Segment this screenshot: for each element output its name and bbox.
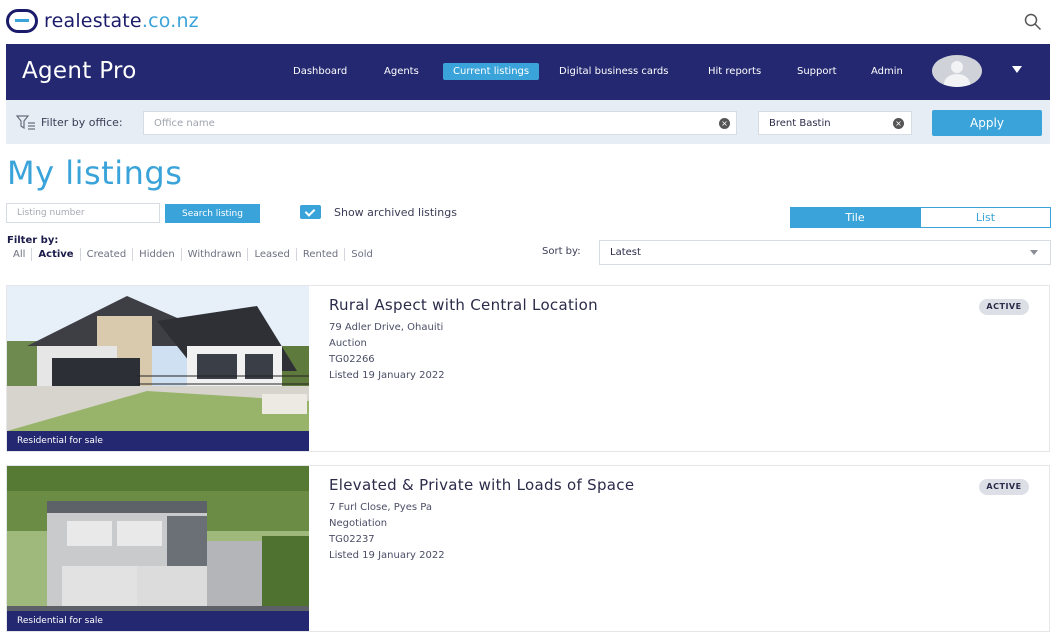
listing-method: Negotiation bbox=[329, 518, 388, 529]
status-tab-created[interactable]: Created bbox=[81, 248, 134, 261]
sort-select-value: Latest bbox=[610, 247, 641, 258]
user-avatar[interactable] bbox=[932, 55, 982, 87]
agent-name-input[interactable] bbox=[758, 111, 912, 135]
chevron-down-icon bbox=[1030, 250, 1038, 255]
listing-title[interactable]: Rural Aspect with Central Location bbox=[329, 296, 598, 314]
nav-current-listings[interactable]: Current listings bbox=[443, 63, 540, 80]
main-nav: Agent Pro Dashboard Agents Current listi… bbox=[6, 44, 1050, 100]
page-title: My listings bbox=[7, 154, 183, 192]
clear-office-icon[interactable]: × bbox=[719, 118, 730, 129]
app-brand: Agent Pro bbox=[22, 58, 137, 84]
tile-view-toggle[interactable]: Tile bbox=[790, 207, 920, 228]
status-filter-tabs: All Active Created Hidden Withdrawn Leas… bbox=[7, 248, 379, 261]
list-view-toggle[interactable]: List bbox=[920, 207, 1051, 228]
realestate-logo[interactable]: realestate.co.nz bbox=[6, 9, 199, 33]
show-archived-label: Show archived listings bbox=[334, 206, 457, 219]
listing-category: Residential for sale bbox=[7, 611, 309, 631]
logo-text: realestate bbox=[44, 10, 142, 32]
nav-agents[interactable]: Agents bbox=[374, 63, 429, 80]
search-icon[interactable] bbox=[1024, 13, 1042, 31]
show-archived-checkbox[interactable] bbox=[300, 205, 321, 219]
filter-icon bbox=[16, 115, 35, 130]
filter-by-office-label: Filter by office: bbox=[41, 116, 123, 129]
listing-address: 79 Adler Drive, Ohauiti bbox=[329, 322, 444, 333]
search-listing-button[interactable]: Search listing bbox=[165, 204, 260, 223]
sort-by-label: Sort by: bbox=[542, 246, 581, 257]
listing-date: Listed 19 January 2022 bbox=[329, 370, 445, 381]
listing-card[interactable]: Residential for sale Elevated & Private … bbox=[6, 465, 1050, 632]
listing-reference: TG02237 bbox=[329, 534, 375, 545]
nav-support[interactable]: Support bbox=[787, 63, 847, 80]
office-name-input[interactable] bbox=[143, 111, 737, 135]
logo-tld: .co.nz bbox=[141, 10, 199, 32]
filter-by-label: Filter by: bbox=[7, 235, 59, 246]
nav-dashboard[interactable]: Dashboard bbox=[283, 63, 357, 80]
office-filter-bar: Filter by office: × × Apply bbox=[6, 100, 1050, 144]
status-badge: ACTIVE bbox=[979, 299, 1029, 315]
listing-title[interactable]: Elevated & Private with Loads of Space bbox=[329, 476, 634, 494]
chevron-down-icon[interactable] bbox=[1012, 66, 1022, 73]
listing-card[interactable]: Residential for sale Rural Aspect with C… bbox=[6, 285, 1050, 452]
status-tab-rented[interactable]: Rented bbox=[297, 248, 346, 261]
nav-admin[interactable]: Admin bbox=[861, 63, 913, 80]
nav-digital-business-cards[interactable]: Digital business cards bbox=[549, 63, 679, 80]
listing-photo: Residential for sale bbox=[7, 286, 309, 451]
apply-button[interactable]: Apply bbox=[932, 110, 1042, 136]
status-tab-withdrawn[interactable]: Withdrawn bbox=[182, 248, 249, 261]
status-tab-all[interactable]: All bbox=[7, 248, 33, 261]
listing-number-input[interactable] bbox=[6, 203, 160, 223]
listing-date: Listed 19 January 2022 bbox=[329, 550, 445, 561]
sort-select[interactable]: Latest bbox=[599, 240, 1051, 265]
status-tab-leased[interactable]: Leased bbox=[248, 248, 297, 261]
status-tab-sold[interactable]: Sold bbox=[345, 248, 379, 261]
logo-mark-icon bbox=[6, 9, 38, 33]
listing-reference: TG02266 bbox=[329, 354, 375, 365]
listing-address: 7 Furl Close, Pyes Pa bbox=[329, 502, 432, 513]
listing-method: Auction bbox=[329, 338, 367, 349]
status-badge: ACTIVE bbox=[979, 479, 1029, 495]
listing-photo: Residential for sale bbox=[7, 466, 309, 631]
status-tab-active[interactable]: Active bbox=[32, 248, 81, 261]
nav-hit-reports[interactable]: Hit reports bbox=[698, 63, 771, 80]
status-tab-hidden[interactable]: Hidden bbox=[133, 248, 182, 261]
site-header: realestate.co.nz bbox=[0, 0, 1060, 44]
listing-category: Residential for sale bbox=[7, 431, 309, 451]
clear-agent-icon[interactable]: × bbox=[893, 118, 904, 129]
